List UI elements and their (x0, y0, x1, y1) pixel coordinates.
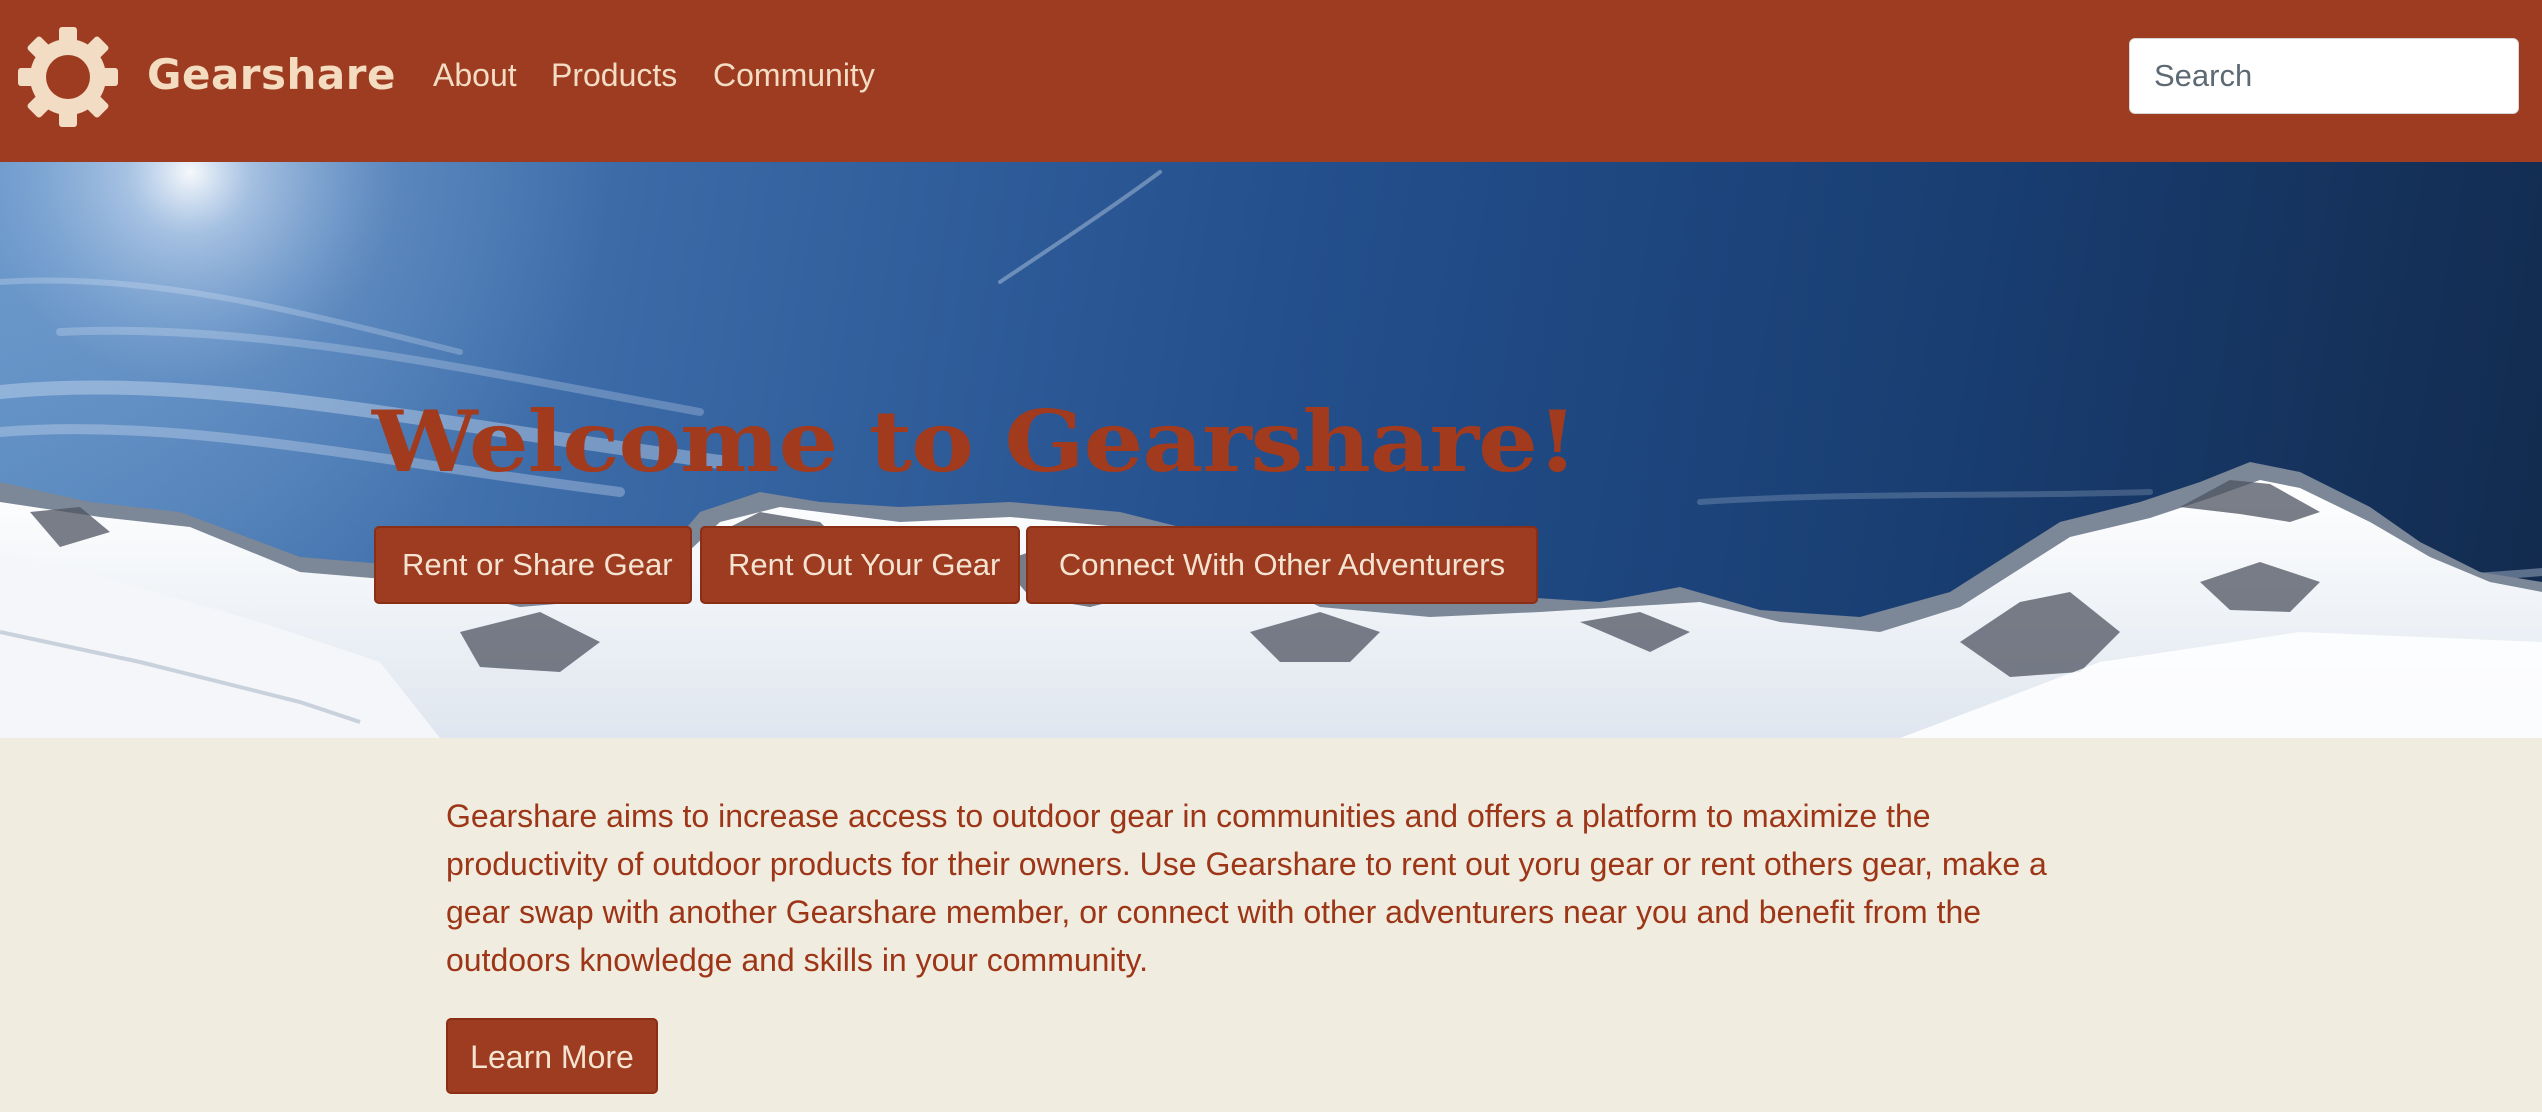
hero-banner: Welcome to Gearshare! Rent or Share Gear… (0, 162, 2542, 738)
intro-paragraph: Gearshare aims to increase access to out… (446, 798, 2047, 978)
rent-out-your-gear-button[interactable]: Rent Out Your Gear (700, 526, 1020, 604)
nav-link-community[interactable]: Community (713, 38, 875, 112)
rent-or-share-gear-button[interactable]: Rent or Share Gear (374, 526, 692, 604)
nav-link-products[interactable]: Products (551, 38, 677, 112)
gear-icon[interactable] (18, 27, 118, 127)
hero-title: Welcome to Gearshare! (372, 392, 1578, 491)
brand-name[interactable]: Gearshare (147, 38, 396, 112)
search-input[interactable] (2129, 38, 2519, 114)
connect-with-adventurers-button[interactable]: Connect With Other Adventurers (1026, 526, 1538, 604)
nav-link-about[interactable]: About (433, 38, 517, 112)
navbar: Gearshare About Products Community (0, 0, 2542, 162)
learn-more-button[interactable]: Learn More (446, 1018, 658, 1094)
